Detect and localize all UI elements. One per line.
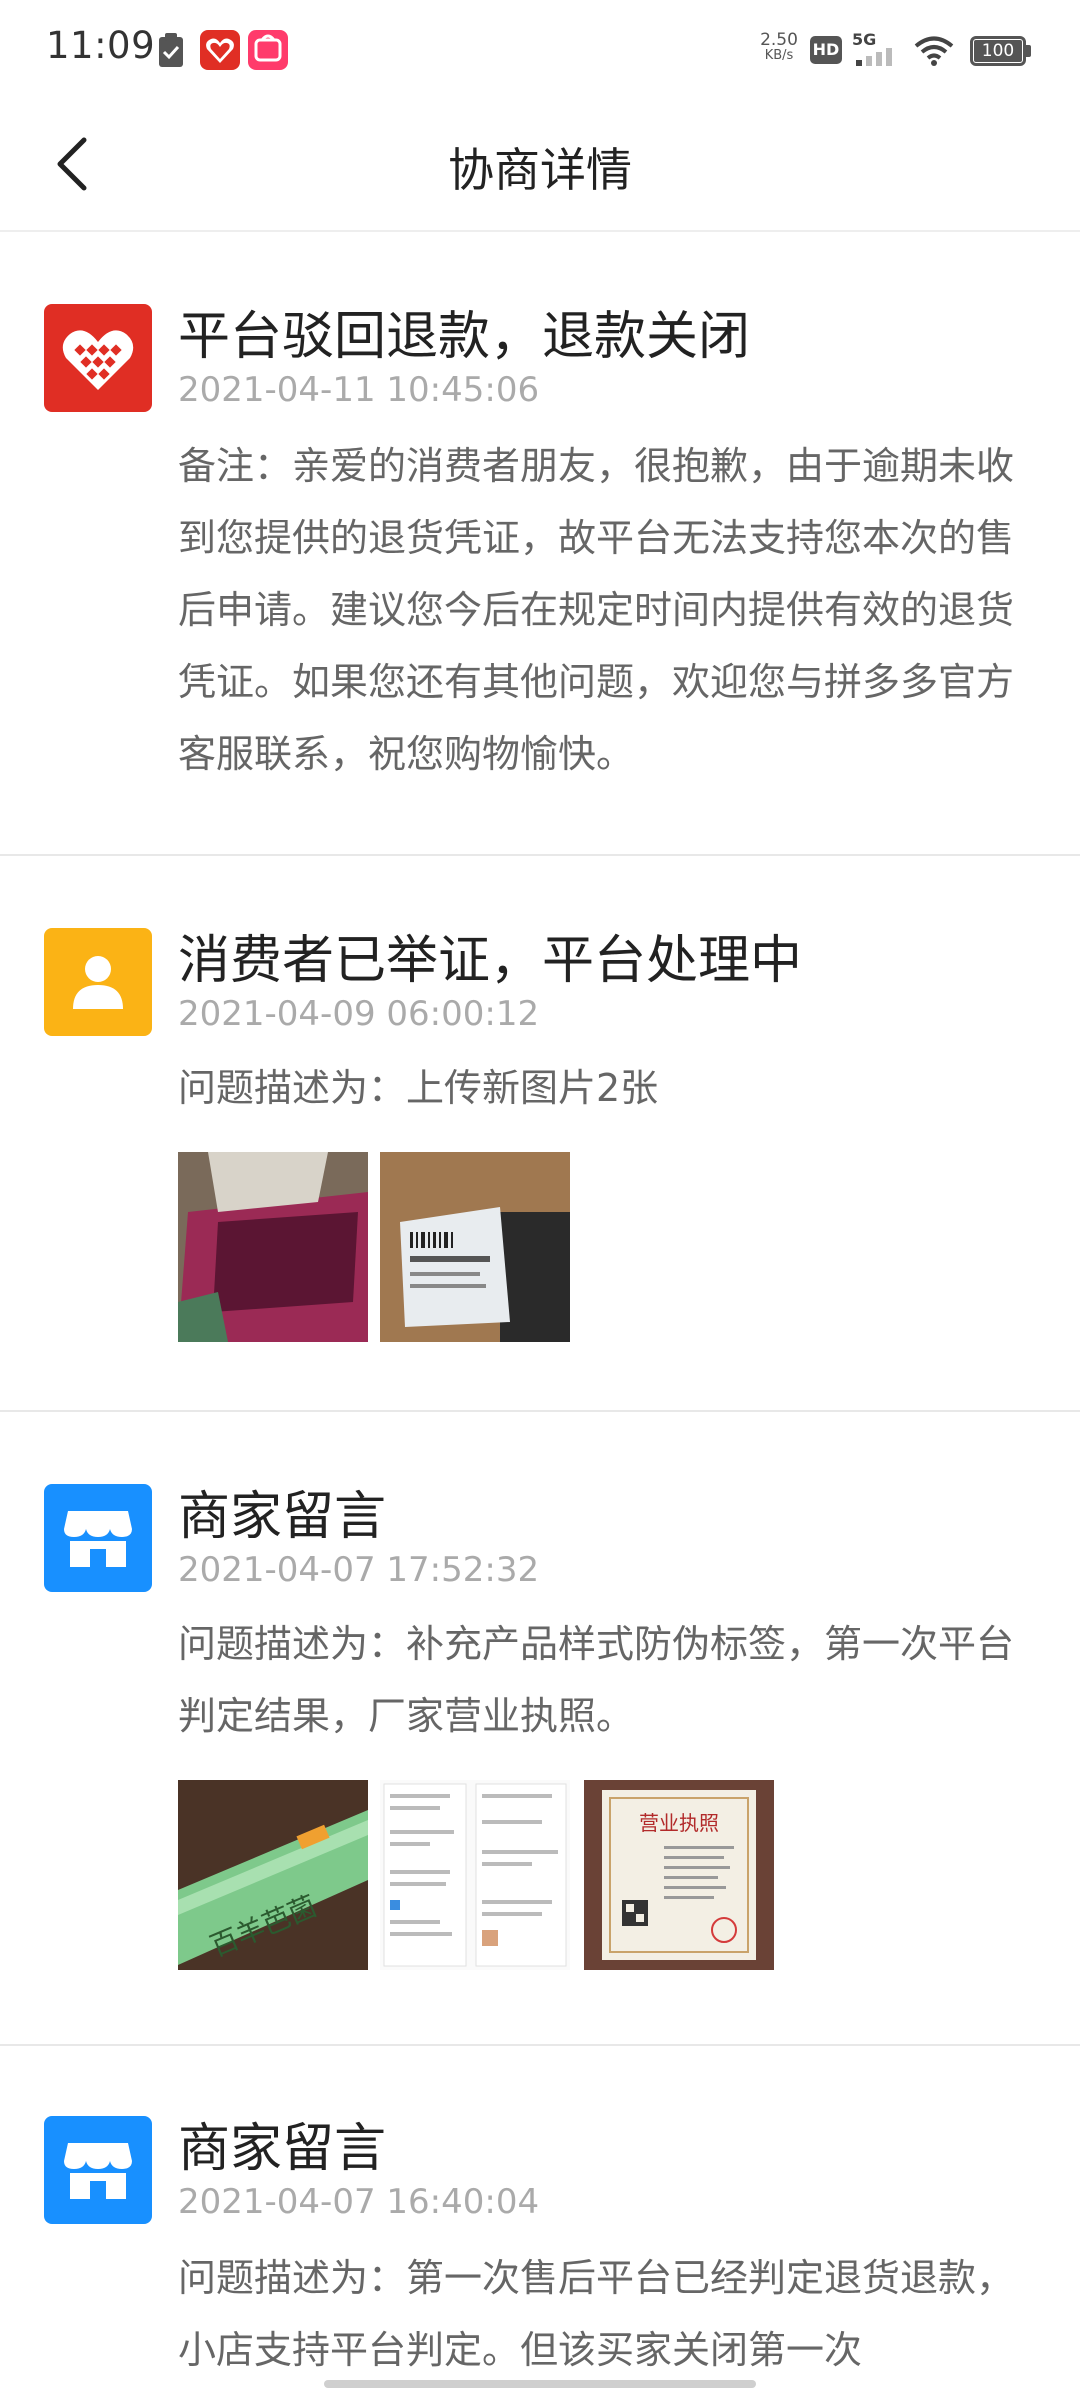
entry-description: 问题描述为：上传新图片2张: [178, 1066, 659, 1110]
page-title: 协商详情: [448, 143, 632, 197]
shopping-notification-icon: [248, 30, 288, 70]
nav-bar: 协商详情: [0, 100, 1080, 232]
entry-title: 商家留言: [178, 1487, 387, 1547]
merchant-store-icon: [44, 1484, 152, 1592]
timeline-entry: 消费者已举证，平台处理中 2021-04-09 06:00:12 问题描述为：上…: [0, 856, 1080, 1410]
signal-bars-icon: [856, 48, 892, 66]
merchant-store-icon: [44, 2116, 152, 2224]
entry-title: 商家留言: [178, 2119, 387, 2179]
battery-icon: 100: [970, 36, 1032, 66]
pinduoduo-logo-icon: [44, 304, 152, 412]
entry-timestamp: 2021-04-07 16:40:04: [178, 2182, 540, 2222]
consumer-user-icon: [44, 928, 152, 1036]
net-speed: 2.50 KB/s: [760, 30, 798, 64]
timeline-entry: 平台驳回退款，退款关闭 2021-04-11 10:45:06 备注：亲爱的消费…: [0, 234, 1080, 854]
status-bar: 11:09 2.50 KB/s HD 5G 100: [0, 0, 1080, 100]
license-title-text: 营业执照: [639, 1811, 719, 1835]
signal-5g: 5G: [852, 30, 900, 68]
hd-badge: HD: [810, 36, 842, 64]
evidence-photo-box[interactable]: [178, 1152, 368, 1342]
wifi-icon: [914, 36, 954, 66]
status-time: 11:09: [46, 24, 156, 67]
evidence-photo-screenshot[interactable]: [380, 1780, 570, 1970]
entry-title: 平台驳回退款，退款关闭: [178, 307, 751, 367]
entry-timestamp: 2021-04-11 10:45:06: [178, 370, 540, 410]
entry-timestamp: 2021-04-07 17:52:32: [178, 1550, 540, 1590]
entry-description: 备注：亲爱的消费者朋友，很抱歉，由于逾期未收到您提供的退货凭证，故平台无法支持您…: [178, 444, 1015, 776]
pinduoduo-notification-icon: [200, 30, 240, 70]
timeline-entry: 商家留言 2021-04-07 16:40:04 问题描述为：第一次售后平台已经…: [0, 2046, 1080, 2400]
timeline-entry: 商家留言 2021-04-07 17:52:32 问题描述为：补充产品样式防伪标…: [0, 1412, 1080, 2044]
entry-description: 问题描述为：第一次售后平台已经判定退货退款，小店支持平台判定。但该买家关闭第一次: [178, 2256, 1015, 2372]
battery-level: 100: [981, 41, 1015, 61]
evidence-photo-business-license[interactable]: 营业执照: [584, 1780, 774, 1970]
entry-description: 问题描述为：补充产品样式防伪标签，第一次平台判定结果，厂家营业执照。: [178, 1622, 1015, 1738]
evidence-photo-product[interactable]: 百羊芭菌: [178, 1780, 368, 1970]
home-indicator[interactable]: [324, 2380, 756, 2388]
entry-timestamp: 2021-04-09 06:00:12: [178, 994, 540, 1034]
evidence-photo-label[interactable]: [380, 1152, 570, 1342]
clipboard-notification-icon: [159, 33, 183, 67]
entry-title: 消费者已举证，平台处理中: [178, 931, 803, 991]
